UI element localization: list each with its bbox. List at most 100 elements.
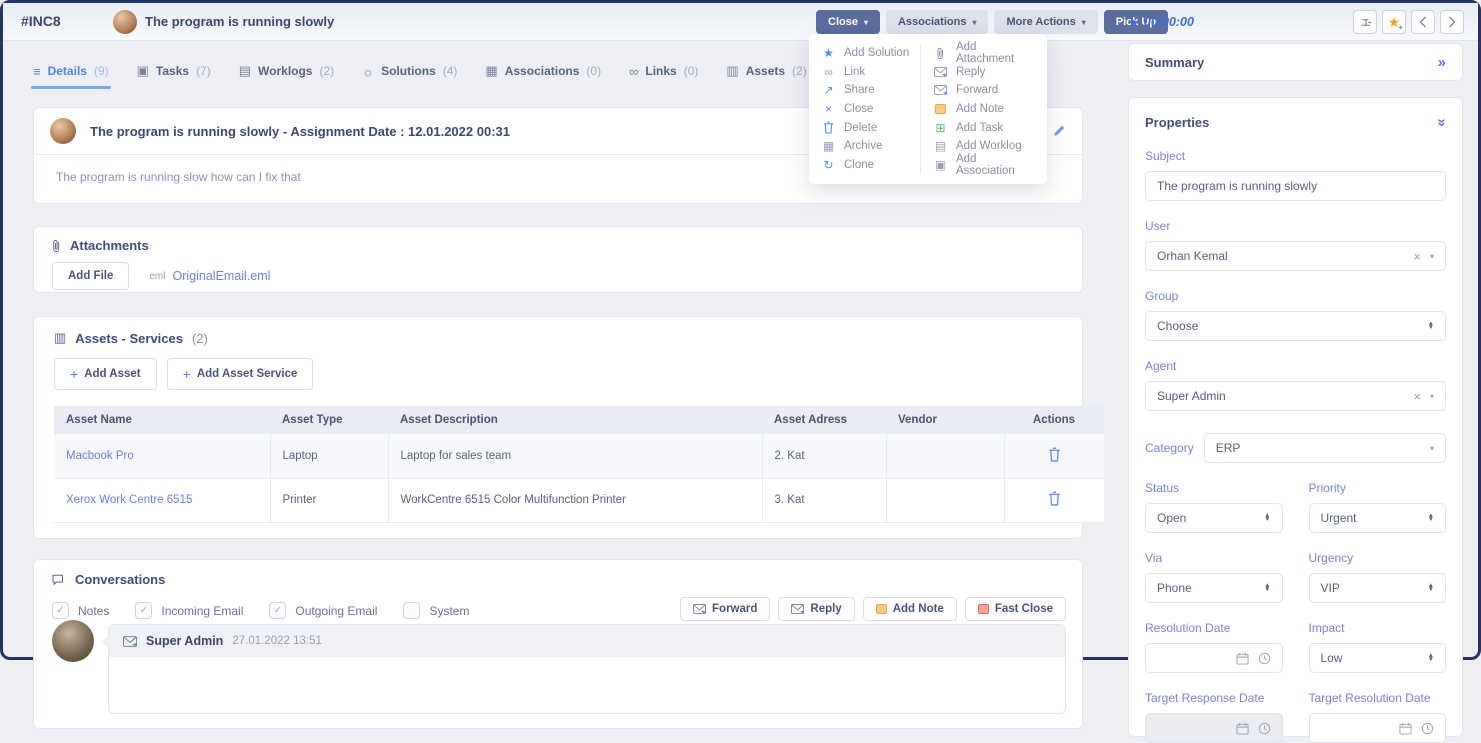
archive-icon: ▦ <box>821 140 836 152</box>
plus-icon: + <box>70 366 78 382</box>
expand-panel-button[interactable]: » <box>1438 54 1446 71</box>
tab-tasks[interactable]: ▣ Tasks(7) <box>137 63 211 79</box>
associations-button[interactable]: Associations▾ <box>886 10 988 34</box>
target-resolution-date-input[interactable] <box>1309 713 1447 743</box>
forward-envelope-icon <box>693 604 706 614</box>
conversations-card: Conversations ✓ Notes ✓ Incoming Email ✓… <box>33 559 1083 729</box>
group-select[interactable]: Choose ▲▼ <box>1145 311 1446 341</box>
urgency-select[interactable]: VIP ▲▼ <box>1309 573 1447 603</box>
add-asset-service-button[interactable]: + Add Asset Service <box>167 358 314 390</box>
checkbox-checked[interactable]: ✓ <box>135 602 152 619</box>
tab-assets[interactable]: ▥ Assets(2) <box>726 63 806 79</box>
task-icon: ⊞ <box>933 122 948 134</box>
menu-item-add-note[interactable]: Add Note <box>933 100 1035 119</box>
via-select[interactable]: Phone ▲▼ <box>1145 573 1283 603</box>
menu-item-add-task[interactable]: ⊞ Add Task <box>933 118 1035 137</box>
calendar-icon <box>1236 722 1249 735</box>
via-label: Via <box>1145 551 1283 565</box>
menu-item-reply[interactable]: Reply <box>933 63 1035 82</box>
agent-label: Agent <box>1145 359 1446 373</box>
attachment-file-link[interactable]: OriginalEmail.eml <box>173 269 271 283</box>
reply-envelope-icon <box>791 604 804 614</box>
assets-title: Assets - Services <box>75 331 183 346</box>
chevron-left-icon <box>1419 16 1427 28</box>
trash-icon <box>1048 447 1061 462</box>
impact-label: Impact <box>1309 621 1447 635</box>
menu-item-share[interactable]: ↗ Share <box>821 81 912 100</box>
file-extension-badge: eml <box>149 271 165 282</box>
delete-asset-button[interactable] <box>1048 447 1061 462</box>
target-response-date-input[interactable] <box>1145 713 1283 743</box>
close-button[interactable]: Close▾ <box>816 10 880 34</box>
actions-dropdown-menu: ★ Add Solution ∞ Link ↗ Share × Close De… <box>809 34 1047 184</box>
stepper-icon: ▲▼ <box>1264 584 1270 593</box>
menu-item-add-attachment[interactable]: Add Attachment <box>933 44 1035 63</box>
avatar <box>50 118 76 144</box>
menu-item-archive[interactable]: ▦ Archive <box>821 137 912 156</box>
agent-select[interactable]: Super Admin × ▾ <box>1145 381 1446 411</box>
category-select[interactable]: ERP ▾ <box>1204 433 1446 463</box>
menu-item-close[interactable]: × Close <box>821 100 912 119</box>
clear-icon[interactable]: × <box>1413 249 1421 264</box>
user-label: User <box>1145 219 1446 233</box>
clone-icon: ↻ <box>821 159 836 171</box>
filter-incoming-email: ✓ Incoming Email <box>135 602 243 619</box>
user-select[interactable]: Orhan Kemal × ▾ <box>1145 241 1446 271</box>
checkbox-checked[interactable]: ✓ <box>269 602 286 619</box>
attachments-title: Attachments <box>70 238 149 253</box>
calendar-icon <box>1236 652 1249 665</box>
collapse-properties-button[interactable]: » <box>1433 118 1450 126</box>
add-asset-button[interactable]: + Add Asset <box>54 358 157 390</box>
message-timestamp: 27.01.2022 13:51 <box>232 635 322 647</box>
tab-worklogs[interactable]: ▤ Worklogs(2) <box>239 63 334 79</box>
forward-button[interactable]: Forward <box>680 597 770 621</box>
group-label: Group <box>1145 289 1446 303</box>
plus-icon: + <box>1398 23 1403 32</box>
menu-item-add-association[interactable]: ▣ Add Association <box>933 156 1035 175</box>
reply-button[interactable]: Reply <box>778 597 854 621</box>
asset-name-link[interactable]: Xerox Work Centre 6515 <box>54 478 270 522</box>
menu-item-forward[interactable]: Forward <box>933 81 1035 100</box>
tab-associations[interactable]: ▦ Associations(0) <box>485 63 601 79</box>
table-header-row: Asset Name Asset Type Asset Description … <box>54 406 1104 434</box>
clear-icon[interactable]: × <box>1413 389 1421 404</box>
add-file-button[interactable]: Add File <box>52 262 129 290</box>
clock-icon <box>1258 722 1271 735</box>
menu-item-delete[interactable]: Delete <box>821 118 912 137</box>
favorite-button[interactable]: ★ + <box>1382 10 1406 34</box>
stepper-icon: ▲▼ <box>1428 322 1434 331</box>
tasks-icon: ▣ <box>137 63 149 79</box>
clock-icon <box>1258 652 1271 665</box>
fast-close-button[interactable]: Fast Close <box>965 597 1066 621</box>
note-icon <box>876 604 887 614</box>
next-ticket-button[interactable] <box>1440 10 1464 34</box>
menu-item-clone[interactable]: ↻ Clone <box>821 156 912 175</box>
status-select[interactable]: Open ▲▼ <box>1145 503 1283 533</box>
assets-table: Asset Name Asset Type Asset Description … <box>54 406 1104 523</box>
add-note-button[interactable]: Add Note <box>863 597 957 621</box>
message-author: Super Admin <box>146 634 223 648</box>
urgency-label: Urgency <box>1309 551 1447 565</box>
impact-select[interactable]: Low ▲▼ <box>1309 643 1447 673</box>
document-icon: ▥ <box>54 330 66 346</box>
subject-input[interactable]: The program is running slowly <box>1145 171 1446 201</box>
note-icon <box>933 104 948 114</box>
pin-button[interactable] <box>1353 10 1377 34</box>
menu-item-link[interactable]: ∞ Link <box>821 63 912 82</box>
asset-name-link[interactable]: Macbook Pro <box>54 434 270 478</box>
checkbox-unchecked[interactable] <box>403 602 420 619</box>
tab-details[interactable]: ≡ Details(9) <box>33 63 109 79</box>
email-icon <box>123 636 137 647</box>
more-actions-button[interactable]: More Actions▾ <box>994 10 1097 34</box>
attachments-card: Attachments Add File eml OriginalEmail.e… <box>33 226 1083 293</box>
prev-ticket-button[interactable] <box>1411 10 1435 34</box>
menu-item-add-solution[interactable]: ★ Add Solution <box>821 44 912 63</box>
resolution-date-label: Resolution Date <box>1145 621 1283 635</box>
resolution-date-input[interactable] <box>1145 643 1283 673</box>
checkbox-checked[interactable]: ✓ <box>52 602 69 619</box>
delete-asset-button[interactable] <box>1048 491 1061 506</box>
plus-icon: + <box>183 366 191 382</box>
priority-select[interactable]: Urgent ▲▼ <box>1309 503 1447 533</box>
tab-links[interactable]: ∞ Links(0) <box>629 63 698 79</box>
tab-solutions[interactable]: ☼ Solutions(4) <box>362 63 457 79</box>
